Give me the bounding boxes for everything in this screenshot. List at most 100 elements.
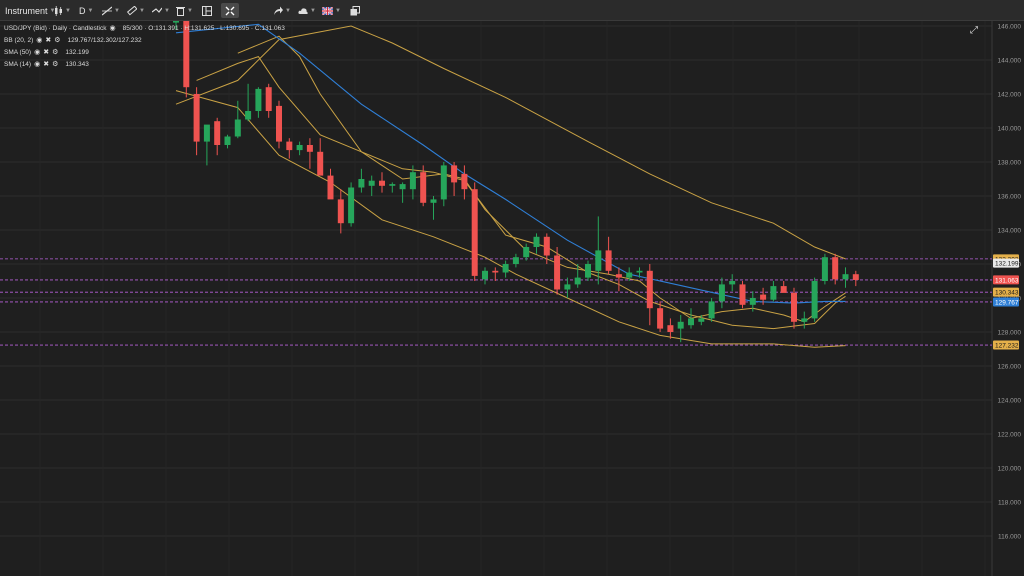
candle-body bbox=[842, 274, 849, 280]
candle-body bbox=[554, 255, 561, 290]
candle-body bbox=[420, 172, 427, 203]
cloud-icon bbox=[298, 7, 308, 14]
candle-body bbox=[646, 270, 653, 309]
candle-body bbox=[265, 87, 272, 111]
instrument-label: Instrument bbox=[5, 5, 48, 16]
price-badge-label: 127.232 bbox=[995, 342, 1019, 349]
chart-type-menu[interactable]: ▼ bbox=[54, 3, 71, 18]
y-tick-label: 144.000 bbox=[998, 58, 1022, 65]
candle-body bbox=[523, 247, 530, 258]
candle-body bbox=[358, 179, 365, 188]
candle-body bbox=[821, 257, 828, 281]
trash-icon bbox=[176, 6, 185, 16]
y-tick-label: 126.000 bbox=[998, 364, 1022, 371]
candle-body bbox=[379, 180, 385, 186]
symbol-row: USD/JPY (Bid) · Daily · Candlestick ◉ 85… bbox=[4, 23, 285, 35]
layout-button[interactable] bbox=[202, 3, 212, 18]
indicator-row-bb: BB (20, 2) ◉ ✖ ⚙ 129.767/132.302/127.232 bbox=[4, 35, 285, 47]
candle-body bbox=[276, 105, 282, 142]
close-icon[interactable]: ✖ bbox=[43, 47, 49, 59]
chevron-down-icon: ▼ bbox=[285, 7, 291, 14]
candle-body bbox=[389, 184, 396, 186]
candle-body bbox=[348, 187, 355, 224]
candle bbox=[276, 100, 282, 149]
chevron-down-icon: ▼ bbox=[87, 7, 94, 14]
candle-body bbox=[224, 136, 231, 145]
timeframe-menu[interactable]: D ▼ bbox=[79, 3, 93, 18]
candle-body bbox=[502, 264, 509, 273]
measure-tool-menu[interactable]: ▼ bbox=[127, 3, 145, 18]
candle-body bbox=[286, 141, 293, 151]
y-tick-label: 140.000 bbox=[998, 126, 1022, 133]
candle bbox=[811, 277, 818, 322]
crosshair-button[interactable] bbox=[221, 3, 239, 18]
share-arrow-icon bbox=[274, 6, 283, 15]
popout-window-icon bbox=[350, 5, 360, 15]
popout-button[interactable] bbox=[350, 3, 360, 18]
chevron-down-icon: ▼ bbox=[65, 7, 71, 14]
candle-body bbox=[595, 250, 602, 271]
candle-body bbox=[440, 165, 447, 200]
candle-body bbox=[327, 175, 334, 200]
chevron-down-icon: ▼ bbox=[114, 7, 120, 14]
gear-icon[interactable]: ⚙ bbox=[54, 35, 60, 47]
share-menu[interactable]: ▼ bbox=[273, 3, 291, 18]
chevron-down-icon: ▼ bbox=[310, 7, 316, 14]
y-tick-label: 128.000 bbox=[998, 330, 1022, 337]
gear-icon[interactable]: ⚙ bbox=[52, 47, 58, 59]
candle-body bbox=[626, 272, 633, 278]
symbol-line: USD/JPY (Bid) · Daily · Candlestick bbox=[4, 25, 107, 32]
indicator-row-sma14: SMA (14) ◉ ✖ ⚙ 130.343 bbox=[4, 59, 285, 71]
candle-body bbox=[317, 151, 324, 176]
candle-body bbox=[801, 318, 808, 322]
y-tick-label: 146.000 bbox=[998, 24, 1022, 31]
timeframe-label: D bbox=[79, 5, 86, 16]
close-icon[interactable]: ✖ bbox=[45, 35, 51, 47]
eye-icon[interactable]: ◉ bbox=[109, 23, 115, 35]
compare-icon bbox=[152, 7, 162, 13]
delete-menu[interactable]: ▼ bbox=[176, 3, 193, 18]
candle bbox=[739, 281, 746, 309]
indicator-value: 129.767/132.302/127.232 bbox=[67, 37, 142, 44]
price-badge-label: 129.767 bbox=[995, 299, 1019, 306]
language-menu[interactable]: ▼ bbox=[322, 3, 341, 18]
candle bbox=[471, 182, 478, 281]
eye-icon[interactable]: ◉ bbox=[34, 59, 40, 71]
candle-body bbox=[306, 145, 313, 152]
y-tick-label: 138.000 bbox=[998, 160, 1022, 167]
candle-body bbox=[193, 94, 200, 142]
compare-menu[interactable]: ▼ bbox=[152, 3, 170, 18]
candle-body bbox=[780, 286, 787, 293]
candle-body bbox=[749, 298, 756, 305]
indicator-label: SMA (14) bbox=[4, 61, 32, 68]
chevron-down-icon: ▼ bbox=[335, 7, 341, 14]
crosshair-icon bbox=[225, 6, 235, 15]
candle bbox=[708, 298, 715, 322]
chevron-down-icon: ▼ bbox=[187, 7, 193, 14]
candle-body bbox=[791, 292, 797, 322]
instrument-menu[interactable]: Instrument ▼ bbox=[5, 3, 55, 18]
gear-icon[interactable]: ⚙ bbox=[52, 59, 58, 71]
y-tick-label: 124.000 bbox=[998, 398, 1022, 405]
close-icon[interactable]: ✖ bbox=[43, 59, 49, 71]
trendline-icon bbox=[102, 6, 112, 15]
indicator-value: 130.343 bbox=[65, 61, 89, 68]
eye-icon[interactable]: ◉ bbox=[36, 35, 42, 47]
candle-body bbox=[214, 121, 221, 145]
candle-body bbox=[852, 274, 859, 280]
candle-body bbox=[688, 318, 694, 326]
price-badge-label: 130.343 bbox=[995, 290, 1019, 297]
candle-body bbox=[718, 284, 725, 302]
theme-menu[interactable]: ▼ bbox=[298, 3, 316, 18]
price-badge-label: 131.063 bbox=[995, 277, 1019, 284]
candle-body bbox=[832, 257, 839, 280]
candle-body bbox=[399, 184, 406, 190]
indicator-value: 132.199 bbox=[65, 49, 89, 56]
candle-body bbox=[574, 277, 581, 285]
line-tool-menu[interactable]: ▼ bbox=[102, 3, 120, 18]
price-chart[interactable]: 116.000 118.000 120.000 122.000 124.000 126.0… bbox=[0, 21, 1024, 576]
fullscreen-icon[interactable]: ⤢ bbox=[970, 25, 978, 36]
candle-body bbox=[760, 294, 767, 300]
candle-body bbox=[533, 236, 540, 247]
eye-icon[interactable]: ◉ bbox=[34, 47, 40, 59]
